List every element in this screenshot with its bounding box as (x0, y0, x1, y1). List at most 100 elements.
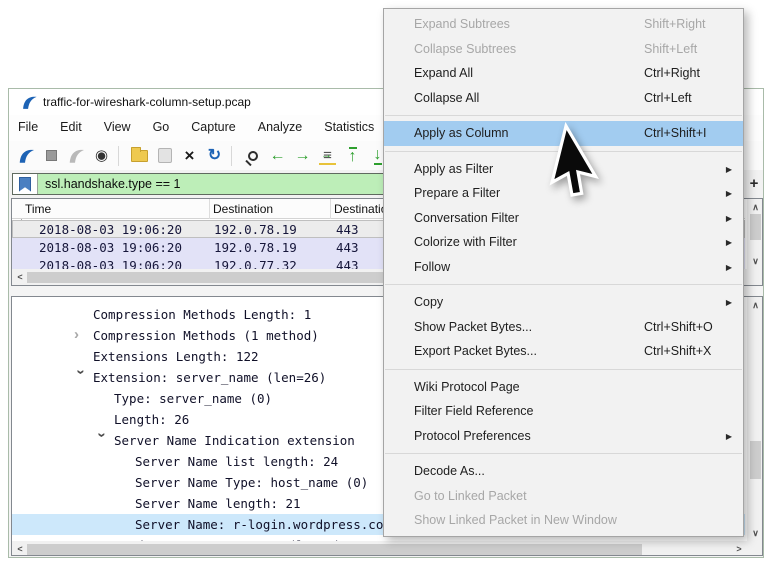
column-divider[interactable] (209, 199, 210, 219)
detail-tree-text: Type: server_name (0) (114, 391, 272, 406)
scroll-right-arrow-icon[interactable]: > (732, 542, 746, 556)
menu-item-decode-as[interactable]: Decode As... (384, 459, 743, 484)
menu-item-label: Collapse All (414, 91, 644, 105)
menu-item-collapse-all[interactable]: Collapse AllCtrl+Left (384, 86, 743, 111)
menu-item-label: Wiki Protocol Page (414, 380, 644, 394)
detail-tree-text: Extension: server_name (len=26) (93, 370, 326, 385)
menu-separator (385, 115, 742, 116)
scroll-down-arrow-icon[interactable]: ∨ (747, 526, 763, 540)
menu-item-label: Collapse Subtrees (414, 42, 644, 56)
packet-cell-destination: 192.0.78.19 (214, 222, 297, 237)
menubar-item-view[interactable]: View (93, 115, 142, 141)
submenu-arrow-icon: ▶ (726, 165, 732, 174)
go-first-icon[interactable]: ↑ (340, 144, 365, 168)
menubar-item-statistics[interactable]: Statistics (313, 115, 385, 141)
menu-item-expand-all[interactable]: Expand AllCtrl+Right (384, 61, 743, 86)
packet-list-vscroll-thumb[interactable] (750, 214, 761, 240)
packet-cell-destination: 192.0.78.19 (214, 240, 297, 255)
detail-tree-text: Compression Methods Length: 1 (93, 307, 311, 322)
scroll-down-arrow-icon[interactable]: ∨ (747, 254, 763, 268)
menu-item-colorize-with-filter[interactable]: Colorize with Filter▶ (384, 230, 743, 255)
detail-vscroll-thumb[interactable] (750, 441, 761, 479)
menu-item-wiki-protocol-page[interactable]: Wiki Protocol Page (384, 375, 743, 400)
menu-item-label: Show Packet Bytes... (414, 320, 644, 334)
menubar-item-edit[interactable]: Edit (49, 115, 93, 141)
menubar-item-go[interactable]: Go (142, 115, 181, 141)
menu-item-follow[interactable]: Follow ▶ (384, 255, 743, 280)
menu-item-expand-subtrees: Expand SubtreesShift+Right (384, 12, 743, 37)
toolbar-separator (231, 146, 240, 166)
menu-item-shortcut: Ctrl+Right (644, 66, 743, 80)
submenu-arrow-icon: ▶ (726, 214, 732, 223)
find-packet-icon[interactable] (240, 144, 265, 168)
column-divider[interactable] (330, 199, 331, 219)
go-to-packet-icon[interactable]: ≡→ (315, 144, 340, 168)
menu-item-label: Decode As... (414, 464, 644, 478)
save-file-icon[interactable] (152, 144, 177, 168)
menubar-item-capture[interactable]: Capture (180, 115, 246, 141)
menu-item-label: Colorize with Filter (414, 235, 644, 249)
menu-item-label: Copy (414, 295, 644, 309)
window-title: traffic-for-wireshark-column-setup.pcap (43, 89, 251, 115)
go-forward-icon[interactable]: → (290, 144, 315, 168)
capture-options-icon[interactable]: ◉ (89, 144, 114, 168)
close-file-icon[interactable]: × (177, 144, 202, 168)
packet-cell-time: 2018-08-03 19:06:20 (39, 240, 182, 255)
menu-item-shortcut: Ctrl+Shift+O (644, 320, 743, 334)
wireshark-logo-icon (21, 94, 38, 111)
detail-tree-text: Server Name Indication extension (114, 433, 355, 448)
menu-item-show-packet-bytes[interactable]: Show Packet Bytes...Ctrl+Shift+O (384, 315, 743, 340)
submenu-arrow-icon: ▶ (726, 432, 732, 441)
mouse-cursor-icon (552, 124, 642, 224)
menu-separator (385, 453, 742, 454)
menu-item-label: Follow (414, 260, 644, 274)
filter-bookmark-button[interactable] (13, 174, 38, 194)
packet-cell-time: 2018-08-03 19:06:20 (39, 222, 182, 237)
column-header-time[interactable]: Time (25, 202, 51, 216)
column-header-destination[interactable]: Destination (213, 202, 273, 216)
scroll-up-arrow-icon[interactable]: ∧ (747, 200, 763, 214)
menu-item-export-packet-bytes[interactable]: Export Packet Bytes...Ctrl+Shift+X (384, 339, 743, 364)
scrollbar-corner (747, 269, 763, 285)
menubar-item-analyze[interactable]: Analyze (247, 115, 313, 141)
submenu-arrow-icon: ▶ (726, 263, 732, 272)
menu-item-filter-field-reference[interactable]: Filter Field Reference (384, 399, 743, 424)
menu-separator (385, 369, 742, 370)
menu-item-shortcut: Ctrl+Shift+X (644, 344, 743, 358)
toolbar-separator (118, 146, 127, 166)
menu-item-shortcut: Shift+Right (644, 17, 743, 31)
restart-capture-icon[interactable] (64, 144, 89, 168)
menu-item-copy[interactable]: Copy ▶ (384, 290, 743, 315)
detail-tree-text: Server Name: r-login.wordpress.com (135, 517, 391, 532)
menu-item-shortcut: Ctrl+Shift+I (644, 126, 743, 140)
context-menu: Expand SubtreesShift+RightCollapse Subtr… (383, 8, 744, 537)
menu-item-label: Protocol Preferences (414, 429, 644, 443)
packet-cell-port: 443 (336, 222, 359, 237)
detail-vscrollbar[interactable] (747, 297, 763, 541)
tree-expanded-icon[interactable]: › (73, 370, 90, 384)
submenu-arrow-icon: ▶ (726, 298, 732, 307)
detail-hscroll-thumb[interactable] (27, 544, 642, 555)
filter-add-button[interactable]: + (746, 174, 762, 194)
scroll-left-arrow-icon[interactable]: < (13, 542, 27, 556)
detail-tree-text: Server Name Type: host_name (0) (135, 475, 368, 490)
detail-tree-text: Compression Methods (1 method) (93, 328, 319, 343)
stop-capture-icon[interactable] (39, 144, 64, 168)
menu-item-protocol-preferences[interactable]: Protocol Preferences ▶ (384, 424, 743, 449)
open-file-icon[interactable] (127, 144, 152, 168)
reload-icon[interactable]: ↻ (202, 144, 227, 168)
scroll-left-arrow-icon[interactable]: < (13, 270, 27, 284)
menu-separator (385, 284, 742, 285)
tree-expanded-icon[interactable]: › (94, 433, 111, 447)
start-capture-icon[interactable] (14, 144, 39, 168)
menu-item-label: Expand Subtrees (414, 17, 644, 31)
menu-item-label: Export Packet Bytes... (414, 344, 644, 358)
menubar-item-file[interactable]: File (9, 115, 49, 141)
detail-tree-text: Server Name length: 21 (135, 496, 301, 511)
menu-item-shortcut: Shift+Left (644, 42, 743, 56)
detail-tree-text: Server Name list length: 24 (135, 454, 338, 469)
scroll-up-arrow-icon[interactable]: ∧ (747, 298, 763, 312)
packet-cell-port: 443 (336, 240, 359, 255)
tree-collapsed-icon[interactable]: › (74, 326, 88, 343)
go-back-icon[interactable]: ← (265, 144, 290, 168)
